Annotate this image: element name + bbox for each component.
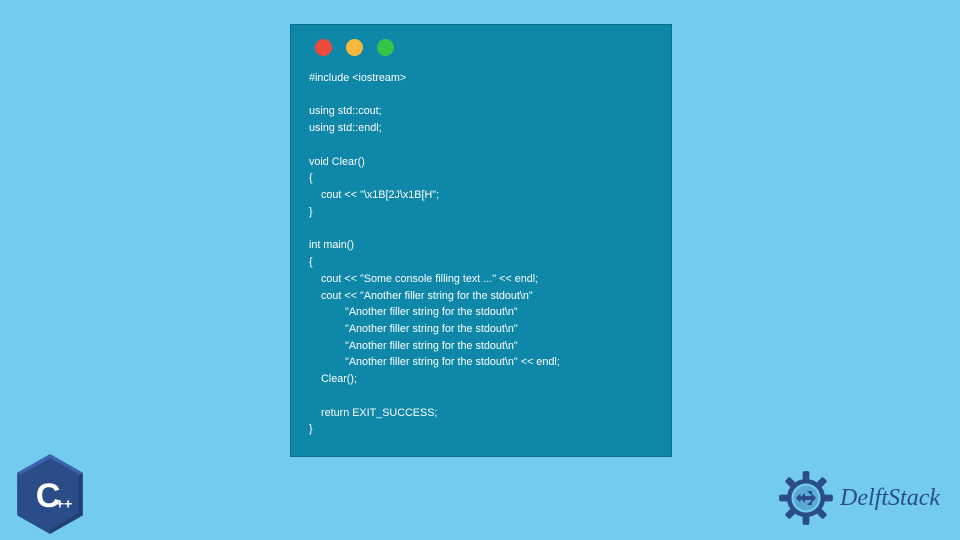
- cpp-plus-plus: ++: [56, 496, 73, 512]
- window-close-dot: [315, 39, 332, 56]
- delftstack-logo-icon: [778, 470, 834, 526]
- window-maximize-dot: [377, 39, 394, 56]
- code-window: #include <iostream> using std::cout; usi…: [290, 24, 672, 457]
- window-minimize-dot: [346, 39, 363, 56]
- code-block: #include <iostream> using std::cout; usi…: [309, 70, 653, 438]
- cpp-logo: C ++: [14, 454, 86, 534]
- delftstack-label: DelftStack: [840, 485, 940, 512]
- traffic-lights: [309, 39, 653, 56]
- delftstack-branding: DelftStack: [778, 470, 940, 526]
